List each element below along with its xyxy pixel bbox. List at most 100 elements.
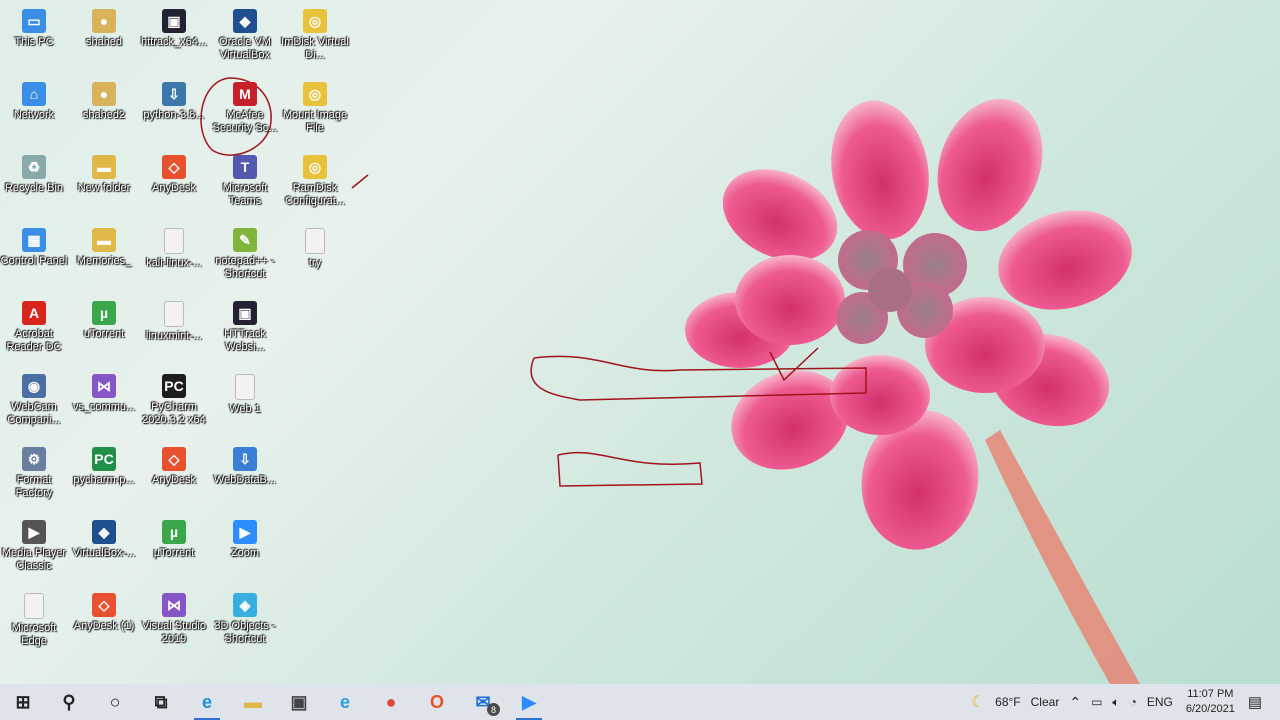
- network-icon: ⌂: [22, 82, 46, 106]
- mail-app[interactable]: ✉ 8: [460, 684, 506, 720]
- desktop-shortcut[interactable]: PC pycharm-p...: [68, 441, 140, 511]
- weather-temp[interactable]: 68°F: [990, 695, 1025, 709]
- desktop-shortcut[interactable]: ◆ VirtualBox-...: [68, 514, 140, 584]
- desktop-shortcut[interactable]: µ uTorrent: [68, 295, 140, 365]
- this-pc-icon: ▭: [22, 9, 46, 33]
- desktop-shortcut[interactable]: A Acrobat Reader DC: [0, 295, 70, 365]
- desktop-shortcut[interactable]: ⇩ WebDataB...: [209, 441, 281, 511]
- volume-icon[interactable]: 🔈︎: [1107, 695, 1124, 710]
- desktop-shortcut[interactable]: ◎ ImDisk Virtual Di...: [279, 3, 351, 73]
- desktop-shortcut[interactable]: ▣ HTTrack Websi...: [209, 295, 281, 365]
- virtualbox-icon: ◆: [233, 9, 257, 33]
- desktop-shortcut-label: New folder: [77, 182, 131, 194]
- zoom-icon: ▶: [522, 691, 536, 712]
- user-folder-icon: ●: [92, 9, 116, 33]
- desktop-shortcut-label: kali-linux-...: [146, 257, 202, 269]
- desktop-shortcut-label: AnyDesk (1): [73, 620, 135, 632]
- start-icon: ⊞: [15, 691, 31, 712]
- desktop-shortcut-label: This PC: [14, 36, 54, 48]
- desktop-shortcut[interactable]: ⋈ vs_commu...: [68, 368, 140, 438]
- desktop-shortcut[interactable]: µ µTorrent: [138, 514, 210, 584]
- desktop-shortcut[interactable]: T Microsoft Teams: [209, 149, 281, 219]
- file-icon: [235, 374, 255, 400]
- edge-app[interactable]: e: [184, 684, 230, 720]
- desktop-shortcut[interactable]: ▬ Memories_: [68, 222, 140, 292]
- store-app[interactable]: ▣: [276, 684, 322, 720]
- desktop-shortcut[interactable]: ⇩ python-3.8...: [138, 76, 210, 146]
- desktop-shortcut[interactable]: ◇ AnyDesk (1): [68, 587, 140, 657]
- visual-studio-icon: ⋈: [92, 374, 116, 398]
- chrome-icon: ●: [385, 691, 397, 712]
- search-button[interactable]: ⚲: [46, 684, 92, 720]
- desktop-shortcut-label: Oracle VM VirtualBox: [219, 36, 271, 61]
- battery-icon[interactable]: ▭: [1086, 695, 1107, 709]
- desktop-shortcut[interactable]: ◈ 3D Objects - Shortcut: [209, 587, 281, 657]
- desktop-shortcut[interactable]: ▶ Media Player Classic: [0, 514, 70, 584]
- desktop-shortcut[interactable]: ⌂ Network: [0, 76, 70, 146]
- desktop-shortcut-label: McAfee Security Sc...: [212, 109, 278, 134]
- desktop-shortcut[interactable]: kali-linux-...: [138, 222, 210, 292]
- format-factory-icon: ⚙: [22, 447, 46, 471]
- chevron-up-icon[interactable]: ⌃: [1064, 694, 1086, 711]
- httrack-icon: ▣: [233, 301, 257, 325]
- desktop-shortcut[interactable]: ◇ AnyDesk: [138, 441, 210, 511]
- clock-time: 11:07 PM: [1187, 688, 1234, 700]
- desktop-shortcut[interactable]: ♻ Recycle Bin: [0, 149, 70, 219]
- desktop-shortcut[interactable]: ● shahed2: [68, 76, 140, 146]
- desktop-shortcut[interactable]: ◇ AnyDesk: [138, 149, 210, 219]
- desktop-shortcut[interactable]: ● shahed: [68, 3, 140, 73]
- desktop-shortcut[interactable]: linuxmint-...: [138, 295, 210, 365]
- file-icon: [24, 593, 44, 619]
- webdata-icon: ⇩: [233, 447, 257, 471]
- clock[interactable]: 11:07 PM 6/20/2021: [1178, 687, 1243, 717]
- desktop-shortcut-label: Network: [13, 109, 55, 121]
- desktop-shortcut[interactable]: ▶ Zoom: [209, 514, 281, 584]
- desktop-shortcut[interactable]: Web 1: [209, 368, 281, 438]
- desktop-shortcut[interactable]: M McAfee Security Sc...: [209, 76, 281, 146]
- office-app[interactable]: O: [414, 684, 460, 720]
- desktop-shortcut-label: Acrobat Reader DC: [6, 328, 62, 353]
- desktop-shortcut[interactable]: ◎ Mount Image File: [279, 76, 351, 146]
- cortana-button[interactable]: ○: [92, 684, 138, 720]
- desktop-shortcut[interactable]: ◉ WebCam Compani...: [0, 368, 70, 438]
- desktop-shortcut[interactable]: PC PyCharm 2020.3.2 x64: [138, 368, 210, 438]
- desktop-shortcut[interactable]: Microsoft Edge: [0, 587, 70, 657]
- desktop-shortcut[interactable]: ⋈ Visual Studio 2019: [138, 587, 210, 657]
- desktop-shortcut[interactable]: ◎ RamDisk Configurat...: [279, 149, 351, 219]
- chrome-app[interactable]: ●: [368, 684, 414, 720]
- ie-app[interactable]: e: [322, 684, 368, 720]
- task-view-button[interactable]: ⧉: [138, 684, 184, 720]
- desktop-shortcut[interactable]: try: [279, 222, 351, 292]
- desktop-shortcut-label: WebCam Compani...: [7, 401, 61, 426]
- language-indicator[interactable]: ENG: [1142, 695, 1178, 709]
- start-button[interactable]: ⊞: [0, 684, 46, 720]
- desktop-shortcut[interactable]: ◆ Oracle VM VirtualBox: [209, 3, 281, 73]
- file-explorer-app[interactable]: ▬: [230, 684, 276, 720]
- weather-condition[interactable]: Clear: [1026, 695, 1065, 709]
- desktop-shortcut-label: Web 1: [229, 403, 261, 415]
- desktop-shortcut-label: µTorrent: [153, 547, 195, 559]
- desktop-shortcut[interactable]: ▭ This PC: [0, 3, 70, 73]
- anydesk-icon: ◇: [162, 155, 186, 179]
- desktop-shortcut[interactable]: ▬ New folder: [68, 149, 140, 219]
- weather-icon[interactable]: ☾: [966, 692, 990, 712]
- zoom-app[interactable]: ▶: [506, 684, 552, 720]
- wifi-icon[interactable]: ◔: [1125, 695, 1142, 709]
- desktop-shortcut[interactable]: ✎ notepad++ - Shortcut: [209, 222, 281, 292]
- desktop-shortcut-label: try: [308, 257, 322, 269]
- system-tray: ☾ 68°F Clear ⌃ ▭ 🔈︎ ◔ ENG 11:07 PM 6/20/…: [966, 684, 1280, 720]
- notification-icon[interactable]: ▤: [1243, 693, 1280, 711]
- taskbar: ⊞ ⚲ ○ ⧉ e ▬ ▣ e ● O ✉ 8 ▶ ☾ 68°F Clear ⌃ ▭ 🔈︎ ◔ ENG …: [0, 684, 1280, 720]
- ie-icon: e: [339, 691, 350, 712]
- desktop-shortcut[interactable]: ▣ httrack_x64...: [138, 3, 210, 73]
- search-icon: ⚲: [62, 691, 76, 712]
- desktop-shortcut-label: notepad++ - Shortcut: [215, 255, 275, 280]
- desktop-shortcut-label: VirtualBox-...: [72, 547, 136, 559]
- desktop-shortcut-label: Microsoft Edge: [11, 622, 57, 647]
- desktop-shortcut-label: python-3.8...: [143, 109, 205, 121]
- desktop-shortcut[interactable]: ⚙ Format Factory: [0, 441, 70, 511]
- desktop-shortcut[interactable]: ▦ Control Panel: [0, 222, 70, 292]
- file-icon: [305, 228, 325, 254]
- desktop-shortcut-label: shahed: [85, 36, 123, 48]
- httrack-icon: ▣: [162, 9, 186, 33]
